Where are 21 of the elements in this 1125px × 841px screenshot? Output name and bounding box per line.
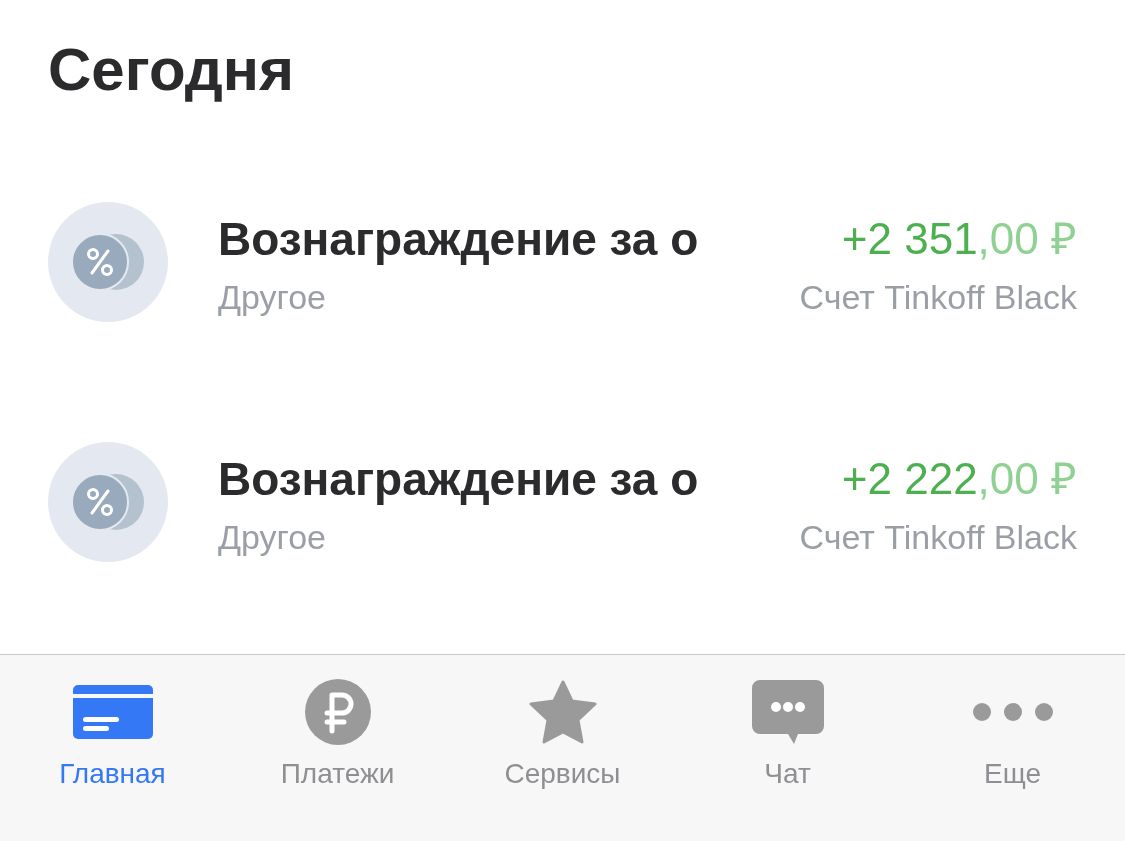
operation-amount: +2 351,00 ₽ [841,213,1077,265]
tab-bar-item[interactable]: Главная [0,655,225,841]
operation-title: Вознаграждение за о [218,452,699,506]
tab-bar-item[interactable]: Платежи [225,655,450,841]
account-name: Счет Tinkoff Black [799,517,1077,558]
chat-bubble-icon [751,680,824,744]
operation-category: Другое [218,517,327,558]
ruble-coin-icon [304,679,371,745]
operation-category: Другое [218,277,327,318]
tab-bar-item[interactable]: Сервисы [450,655,675,841]
star-icon [528,680,597,744]
page-title: Сегодня [48,36,295,104]
operation-title: Вознаграждение за о [218,212,699,266]
percent-coins-icon [48,202,168,322]
account-name: Счет Tinkoff Black [799,277,1077,318]
operation-amount: +2 222,00 ₽ [841,453,1077,505]
percent-coins-icon [48,442,168,562]
card-icon [72,685,153,739]
more-icon [972,703,1053,721]
tab-bar-item[interactable]: Чат [675,655,900,841]
tab-bar-item[interactable]: Еще [900,655,1125,841]
